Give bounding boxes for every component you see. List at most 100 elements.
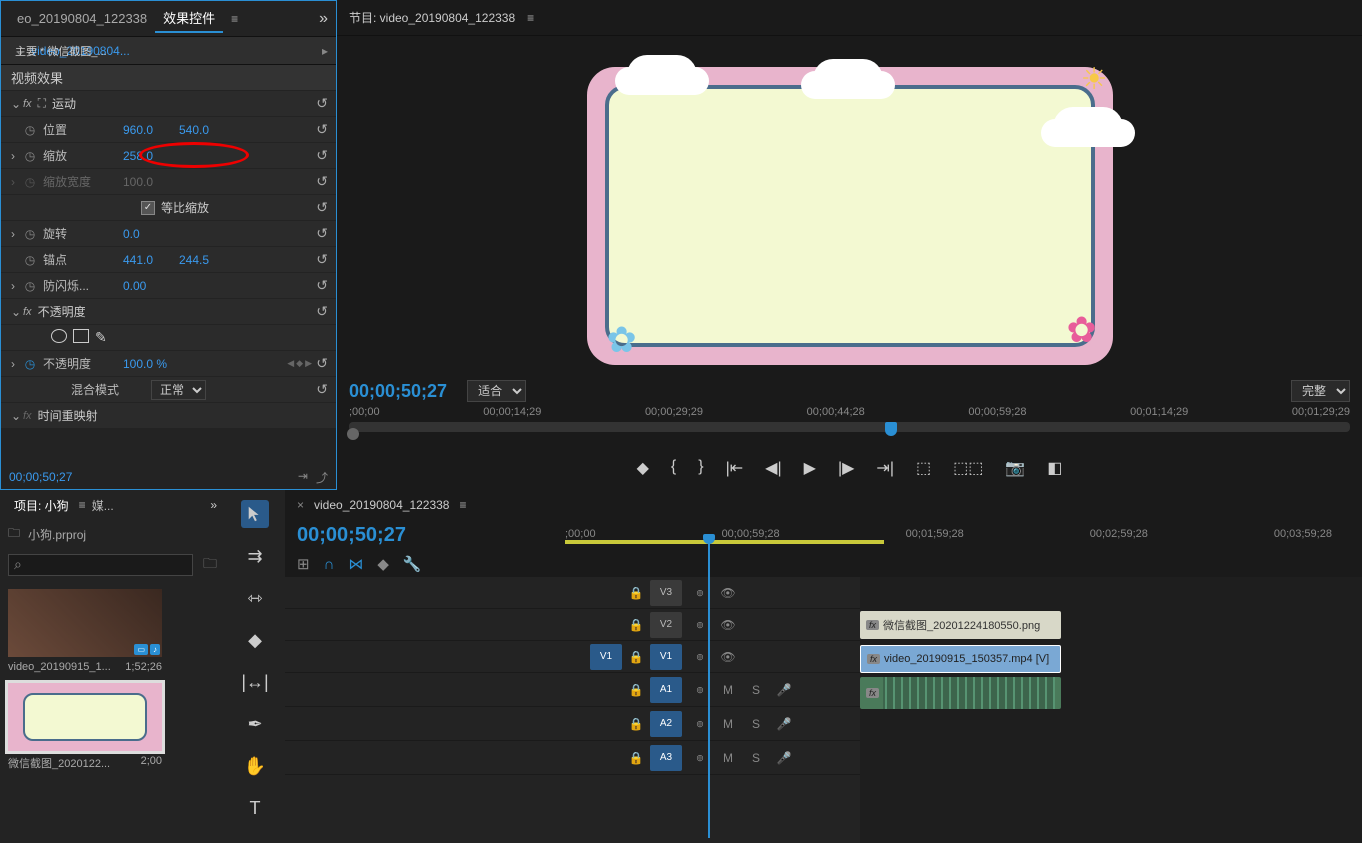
eye-icon[interactable]: 👁 [714,650,742,664]
solo-button[interactable]: S [742,751,770,765]
pen-mask-icon[interactable]: ✎ [95,329,107,346]
clip-a1[interactable]: fx [860,677,1061,709]
position-x[interactable]: 960.0 [123,123,179,137]
mute-button[interactable]: M [714,683,742,697]
pen-tool-icon[interactable]: ✒ [241,710,269,738]
tab-source[interactable]: eo_20190804_122338 [9,7,155,30]
eye-icon[interactable]: 👁 [714,618,742,632]
fx-icon[interactable]: fx [23,98,32,110]
track-target[interactable]: V1 [650,644,682,670]
track-content[interactable]: fx 微信截图_20201224180550.png fx video_2019… [860,577,1362,843]
zoom-select[interactable]: 适合 [467,380,526,402]
twirl-down-icon[interactable]: ⌄ [11,97,23,111]
sync-lock-icon[interactable]: ๏ [686,615,714,634]
stopwatch-icon[interactable]: ◷ [23,149,37,163]
twirl-right-icon[interactable]: › [11,175,23,189]
lock-icon[interactable]: 🔒 [622,586,650,600]
expand-icon[interactable]: » [210,498,217,512]
stopwatch-icon[interactable]: ◷ [23,253,37,267]
track-target[interactable]: A2 [650,711,682,737]
program-timecode[interactable]: 00;00;50;27 [349,381,447,402]
tab-project[interactable]: 项目: 小狗 [8,493,75,518]
work-area[interactable] [565,540,884,544]
clip-name[interactable]: 主要 * 微信截图_... [9,37,113,65]
reset-icon[interactable]: ↺ [316,147,328,164]
reset-icon[interactable]: ↺ [316,95,328,112]
twirl-right-icon[interactable]: › [11,149,23,163]
clip-v2[interactable]: fx 微信截图_20201224180550.png [860,611,1061,639]
blend-mode-select[interactable]: 正常 [151,380,206,400]
clip-v1[interactable]: fx video_20190915_150357.mp4 [V] [860,645,1061,673]
ellipse-mask-icon[interactable] [51,329,67,343]
razor-tool-icon[interactable]: ◆ [241,626,269,654]
track-target[interactable]: V3 [650,580,682,606]
track-target[interactable]: V2 [650,612,682,638]
panel-menu-icon[interactable]: ≡ [79,498,86,512]
stopwatch-active-icon[interactable]: ◷ [23,357,37,371]
opacity-value[interactable]: 100.0 % [123,357,179,371]
close-icon[interactable]: × [297,498,304,512]
opacity-effect[interactable]: ⌄ fx 不透明度 ↺ [1,299,336,325]
extract-icon[interactable]: ⬚⬚ [953,458,983,478]
panel-menu-icon[interactable]: ≡ [527,11,534,25]
search-input[interactable] [8,554,193,576]
play-icon[interactable]: ▸ [322,44,328,58]
slip-tool-icon[interactable]: |↔| [241,668,269,696]
sync-lock-icon[interactable]: ๏ [686,647,714,666]
position-y[interactable]: 540.0 [179,123,235,137]
ripple-tool-icon[interactable]: ⇿ [241,584,269,612]
program-ruler[interactable]: ;00;00 00;00;14;29 00;00;29;29 00;00;44;… [337,406,1362,446]
track-target[interactable]: A1 [650,677,682,703]
thumbnail[interactable]: ▭♪ [8,589,162,657]
camera-icon[interactable]: 📷 [1005,458,1025,478]
scale-value[interactable]: 258.0 [123,149,179,163]
type-tool-icon[interactable]: T [241,794,269,822]
mic-icon[interactable]: 🎤 [770,717,798,731]
track-select-tool-icon[interactable]: ⇉ [241,542,269,570]
reset-icon[interactable]: ↺ [316,251,328,268]
export-icon[interactable]: ⤴ [316,469,328,486]
sequence-tab[interactable]: video_20190804_122338 [314,498,449,512]
project-item[interactable]: ▭♪ video_20190915_1... 1;52;26 [8,589,162,673]
panel-menu-icon[interactable]: ≡ [459,498,466,512]
lock-icon[interactable]: 🔒 [622,618,650,632]
twirl-right-icon[interactable]: › [11,357,23,371]
eye-icon[interactable]: 👁 [714,586,742,600]
step-fwd-icon[interactable]: |▶ [838,458,854,478]
linked-sel-icon[interactable]: ⋈ [348,555,363,573]
reset-icon[interactable]: ↺ [316,121,328,138]
reset-icon[interactable]: ↺ [316,199,328,216]
timeline-timecode[interactable]: 00;00;50;27 [297,524,553,547]
reset-icon[interactable]: ↺ [316,225,328,242]
twirl-right-icon[interactable]: › [11,279,23,293]
sync-lock-icon[interactable]: ๏ [686,714,714,733]
timeline-ruler[interactable]: ;00;00 00;00;59;28 00;01;59;28 00;02;59;… [565,520,1362,577]
step-back-icon[interactable]: ◀| [765,458,781,478]
twirl-down-icon[interactable]: ⌄ [11,409,23,423]
ec-timecode[interactable]: 00;00;50;27 [9,470,72,484]
hand-tool-icon[interactable]: ✋ [241,752,269,780]
reset-icon[interactable]: ↺ [316,381,328,398]
uniform-scale-checkbox[interactable] [141,201,155,215]
solo-button[interactable]: S [742,717,770,731]
twirl-down-icon[interactable]: ⌄ [11,305,23,319]
out-point-icon[interactable]: } [698,458,703,478]
time-remap-effect[interactable]: ⌄ fx 时间重映射 [1,403,336,429]
sync-lock-icon[interactable]: ๏ [686,748,714,767]
panel-menu-icon[interactable]: ≡ [231,12,238,26]
nest-icon[interactable]: ⊞ [297,555,310,573]
src-patch[interactable]: V1 [590,644,622,670]
fx-icon[interactable]: fx [23,306,32,318]
rotation-value[interactable]: 0.0 [123,227,179,241]
solo-button[interactable]: S [742,683,770,697]
tab-effect-controls[interactable]: 效果控件 [155,4,223,33]
thumbnail[interactable] [8,683,162,751]
stopwatch-icon[interactable]: ◷ [23,123,37,137]
anchor-y[interactable]: 244.5 [179,253,235,267]
twirl-right-icon[interactable]: › [11,227,23,241]
quality-select[interactable]: 完整 [1291,380,1350,402]
project-item[interactable]: 微信截图_2020122... 2;00 [8,683,162,771]
mic-icon[interactable]: 🎤 [770,683,798,697]
flicker-value[interactable]: 0.00 [123,279,179,293]
playhead-icon[interactable] [885,422,897,436]
